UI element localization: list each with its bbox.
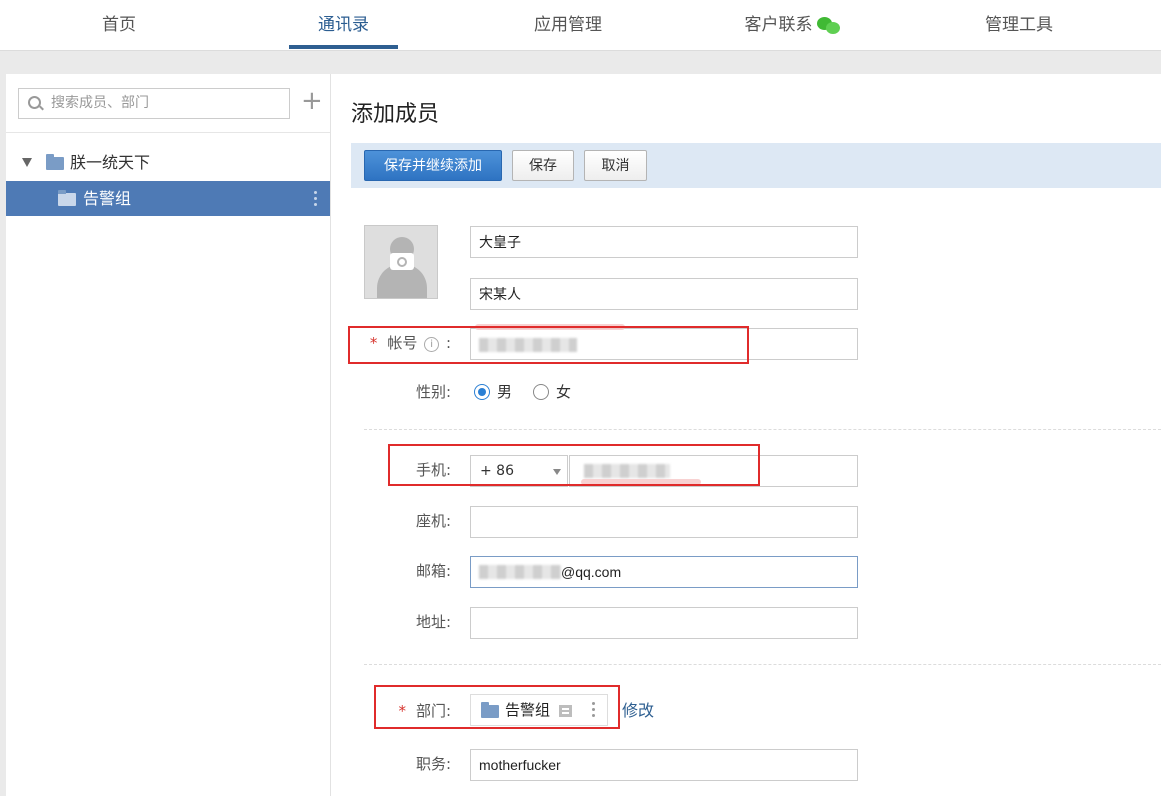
alias-field[interactable]: 宋某人 [470, 278, 858, 310]
save-and-continue-button[interactable]: 保存并继续添加 [364, 150, 502, 181]
search-placeholder: 搜索成员、部门 [51, 95, 149, 111]
modify-department-link[interactable]: 修改 [622, 700, 654, 722]
camera-icon [390, 253, 414, 270]
tree-item-root[interactable]: 朕一统天下 [6, 148, 330, 178]
main-panel: 添加成员 保存并继续添加 保存 取消 大皇子 宋某人 * 帐号 i : 性别: 男… [331, 74, 1161, 796]
sidebar: 搜索成员、部门 + 朕一统天下 告警组 [6, 74, 331, 796]
folder-icon [46, 154, 64, 170]
tab-contacts[interactable]: 通讯录 [289, 0, 398, 50]
cancel-button[interactable]: 取消 [584, 150, 647, 181]
section-divider [364, 429, 1161, 430]
tab-app-management[interactable]: 应用管理 [500, 0, 636, 50]
section-divider [364, 664, 1161, 665]
highlight-box [388, 444, 760, 486]
gender-male-label: 男 [497, 383, 513, 401]
gender-label: 性别: [415, 383, 451, 401]
caret-down-icon[interactable] [22, 158, 32, 167]
top-nav: 首页 通讯录 应用管理 客户联系 管理工具 [0, 0, 1161, 51]
tree-item-selected[interactable]: 告警组 [6, 181, 330, 216]
email-suffix: @qq.com [561, 564, 622, 580]
plus-icon[interactable]: + [301, 86, 323, 116]
avatar-upload[interactable] [364, 225, 438, 299]
more-vertical-icon[interactable] [314, 191, 317, 209]
email-label: 邮箱: [415, 562, 451, 580]
tree-item-root-label: 朕一统天下 [70, 153, 151, 172]
tab-admin-tools[interactable]: 管理工具 [960, 0, 1078, 50]
address-label: 地址: [415, 613, 451, 631]
active-tab-indicator [289, 45, 398, 49]
tree-item-selected-label: 告警组 [83, 189, 132, 208]
search-icon [28, 96, 41, 109]
form-toolbar: 保存并继续添加 保存 取消 [351, 143, 1161, 188]
redacted-value [479, 565, 561, 579]
save-button[interactable]: 保存 [512, 150, 574, 181]
page-title: 添加成员 [351, 102, 440, 127]
gender-female-radio[interactable] [533, 384, 549, 400]
highlight-box [348, 326, 749, 364]
divider [6, 132, 330, 133]
tab-customer-contact[interactable]: 客户联系 [730, 0, 855, 50]
phone-label: 座机: [415, 512, 451, 530]
highlight-box [374, 685, 620, 729]
email-field[interactable]: @qq.com [470, 556, 858, 588]
search-input[interactable]: 搜索成员、部门 [18, 88, 290, 119]
folder-icon [58, 190, 76, 206]
address-field[interactable] [470, 607, 858, 639]
gender-female-label: 女 [556, 383, 572, 401]
phone-field[interactable] [470, 506, 858, 538]
position-field[interactable]: motherfucker [470, 749, 858, 781]
gender-male-radio[interactable] [474, 384, 490, 400]
position-label: 职务: [415, 755, 451, 773]
tab-home[interactable]: 首页 [60, 0, 178, 50]
name-field[interactable]: 大皇子 [470, 226, 858, 258]
wechat-icon [816, 16, 841, 34]
tab-customer-contact-label: 客户联系 [744, 15, 813, 35]
